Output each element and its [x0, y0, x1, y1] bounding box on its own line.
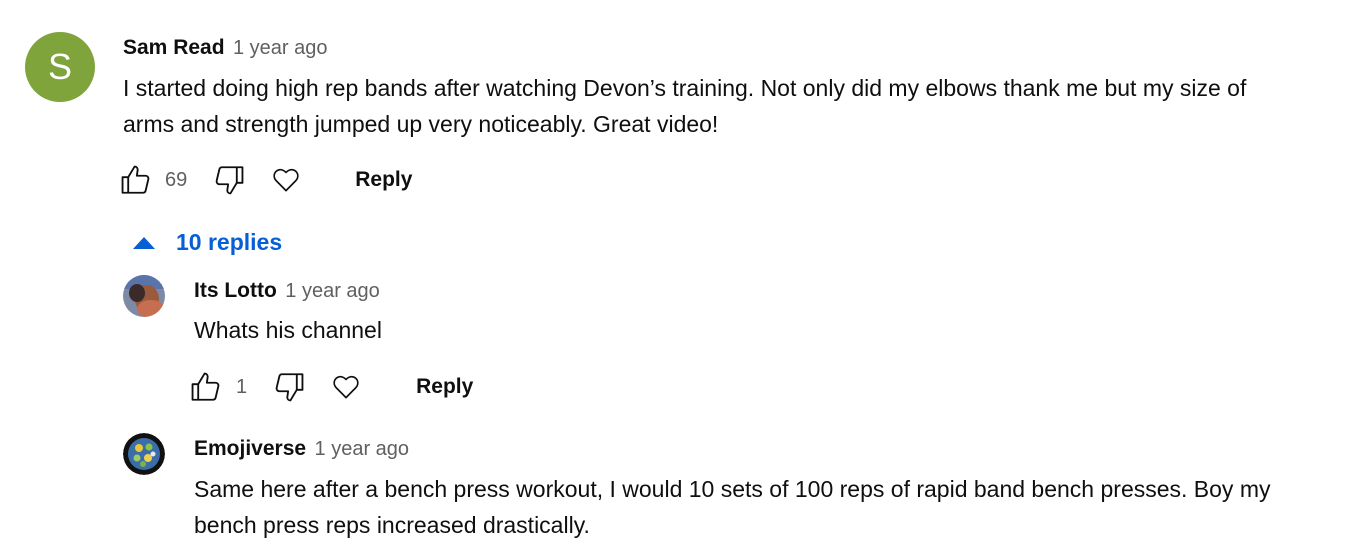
reply-actions: 1 Reply [189, 370, 473, 404]
reply-text-line: Same here after a bench press workout, I… [194, 476, 1271, 502]
reply-button[interactable]: Reply [355, 168, 412, 192]
thumbs-up-icon[interactable] [189, 370, 223, 404]
reply-author[interactable]: Its Lotto [194, 279, 277, 302]
reply-header: Emojiverse 1 year ago [194, 437, 409, 461]
reply-avatar[interactable] [123, 433, 165, 475]
comment-header: Sam Read 1 year ago [123, 36, 328, 60]
comment-author[interactable]: Sam Read [123, 36, 225, 59]
avatar[interactable]: S [25, 32, 95, 102]
caret-up-icon [133, 236, 155, 249]
thumbs-down-icon[interactable] [272, 370, 306, 404]
thumbs-down-icon[interactable] [212, 163, 246, 197]
like-count: 1 [236, 375, 248, 398]
reply-header: Its Lotto 1 year ago [194, 279, 380, 303]
reply-button[interactable]: Reply [416, 375, 473, 399]
reply-timestamp[interactable]: 1 year ago [285, 280, 380, 302]
comment-text-line: arms and strength jumped up very noticea… [123, 111, 719, 137]
reply-text: Whats his channel [194, 312, 382, 348]
thumbs-up-icon[interactable] [119, 163, 153, 197]
reply-text-line: Whats his channel [194, 317, 382, 343]
comment-text: I started doing high rep bands after wat… [123, 70, 1246, 142]
comment-text-line: I started doing high rep bands after wat… [123, 75, 1247, 101]
heart-icon[interactable] [329, 370, 363, 404]
reply-text-line: bench press reps increased drastically. [194, 512, 590, 538]
reply-avatar[interactable] [123, 275, 165, 317]
comment-timestamp[interactable]: 1 year ago [233, 37, 328, 59]
replies-toggle[interactable]: 10 replies [133, 229, 282, 256]
reply-timestamp[interactable]: 1 year ago [315, 438, 410, 460]
reply-text: Same here after a bench press workout, I… [194, 471, 1271, 543]
replies-toggle-label: 10 replies [176, 229, 283, 255]
reply-author[interactable]: Emojiverse [194, 437, 306, 460]
comment-actions: 69 Reply [119, 163, 412, 197]
like-count: 69 [165, 168, 188, 191]
heart-icon[interactable] [269, 163, 303, 197]
